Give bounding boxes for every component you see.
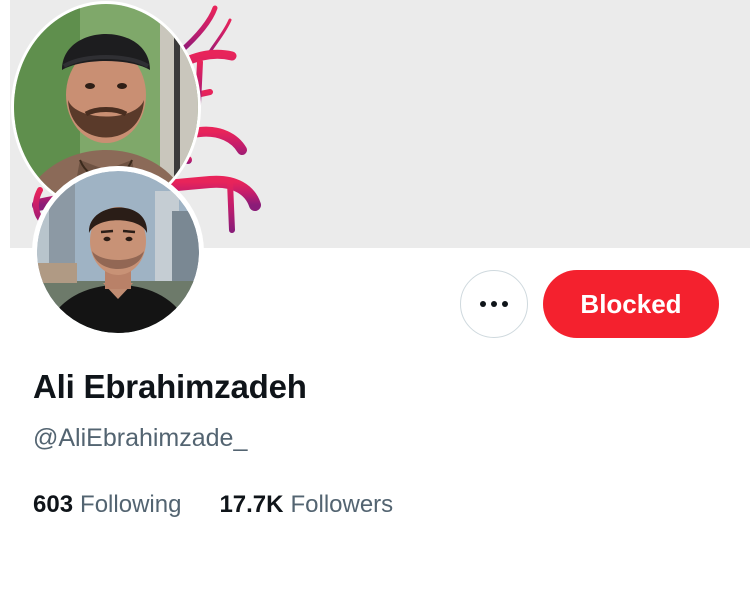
ellipsis-icon xyxy=(480,301,508,307)
followers-link[interactable]: 17.7K Followers xyxy=(219,491,393,519)
following-label: Following xyxy=(80,491,182,518)
profile-stats: 603 Following 17.7K Followers xyxy=(33,491,393,519)
followers-count: 17.7K xyxy=(219,491,284,518)
following-link[interactable]: 603 Following xyxy=(33,491,181,519)
more-options-button[interactable] xyxy=(460,270,528,338)
profile-page: Blocked Ali Ebrahimzadeh @AliEbrahimzade… xyxy=(0,0,750,591)
profile-display-name: Ali Ebrahimzadeh xyxy=(33,368,307,405)
blocked-button[interactable]: Blocked xyxy=(543,270,719,338)
following-count: 603 xyxy=(33,491,74,518)
avatar-image xyxy=(37,171,199,333)
profile-avatar[interactable] xyxy=(32,166,204,338)
profile-handle: @AliEbrahimzade_ xyxy=(33,424,248,452)
followers-label: Followers xyxy=(290,491,394,518)
